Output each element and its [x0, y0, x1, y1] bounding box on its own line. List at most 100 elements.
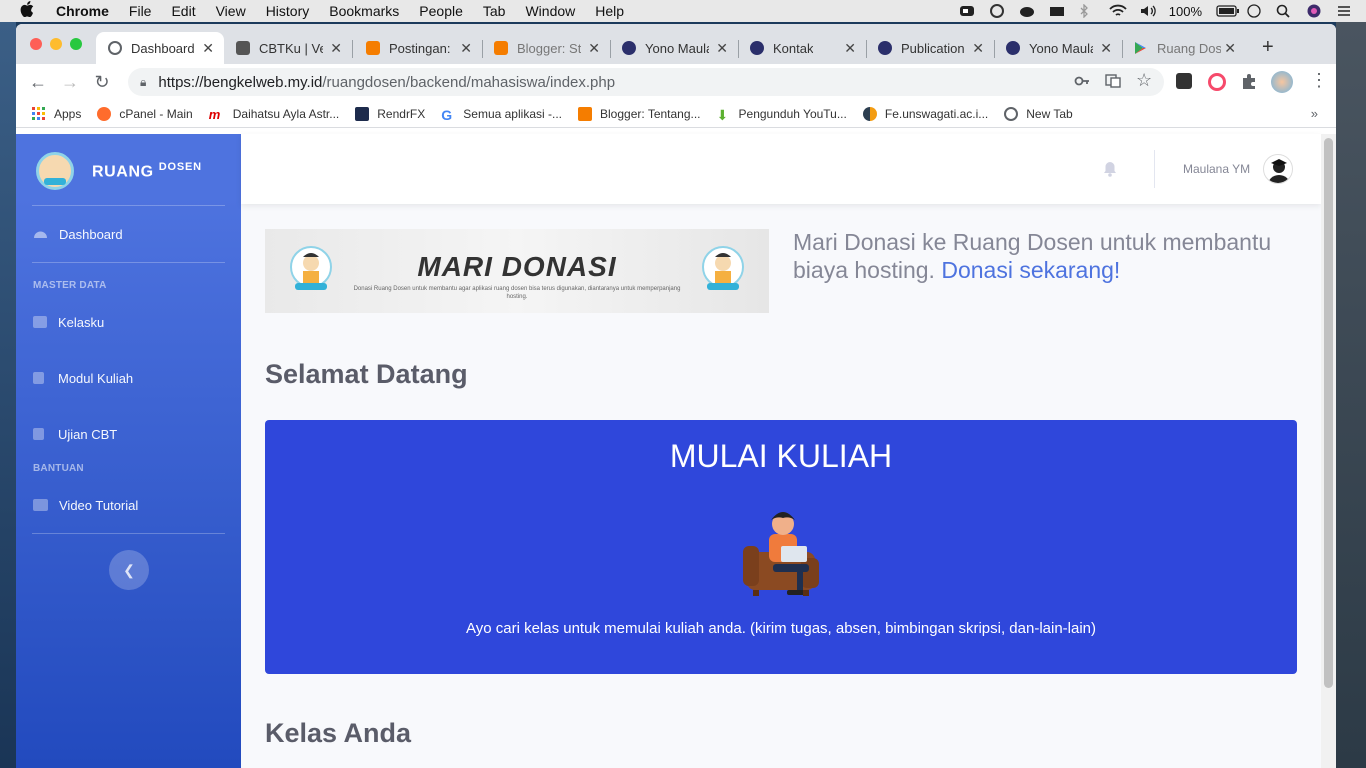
menu-view[interactable]: View: [216, 3, 246, 19]
bookmark-semua-aplikasi[interactable]: G Semua aplikasi -...: [441, 106, 562, 123]
volume-icon[interactable]: [1139, 4, 1156, 18]
user-name[interactable]: Maulana YM: [1183, 162, 1250, 176]
close-tab-icon[interactable]: ✕: [202, 40, 214, 57]
drive-icon[interactable]: [1049, 4, 1065, 18]
tab-postingan[interactable]: Postingan: ✕: [354, 32, 482, 64]
sidebar-item-modul-kuliah[interactable]: Modul Kuliah: [33, 366, 223, 390]
lock-icon[interactable]: 🔒︎: [140, 75, 146, 90]
menu-people[interactable]: People: [419, 3, 463, 19]
forward-arrow-icon[interactable]: →: [60, 72, 80, 92]
donate-now-link[interactable]: Donasi sekarang!: [941, 257, 1120, 283]
sidebar-item-ujian-cbt[interactable]: Ujian CBT: [33, 422, 223, 446]
bookmark-cpanel[interactable]: cPanel - Main: [97, 106, 193, 121]
menu-help[interactable]: Help: [595, 3, 624, 19]
battery-percent: 100%: [1168, 3, 1202, 19]
tab-yono-maula-2[interactable]: Yono Maula ✕: [994, 32, 1122, 64]
bookmark-daihatsu[interactable]: m Daihatsu Ayla Astr...: [209, 107, 340, 122]
back-arrow-icon[interactable]: ←: [28, 72, 48, 92]
apps-grid-icon: [32, 106, 46, 121]
tab-publication[interactable]: Publication ✕: [866, 32, 994, 64]
address-bar[interactable]: 🔒︎ https://bengkelweb.my.id/ruangdosen/b…: [128, 68, 1164, 96]
tab-cbtku[interactable]: CBTKu | Ve ✕: [224, 32, 352, 64]
bookmark-blogger[interactable]: Blogger: Tentang...: [578, 106, 701, 121]
donation-banner[interactable]: MARI DONASI Donasi Ruang Dosen untuk mem…: [265, 229, 769, 313]
bookmark-star-icon[interactable]: ☆: [1136, 70, 1152, 91]
bookmark-new-tab[interactable]: New Tab: [1004, 106, 1073, 121]
creative-cloud-icon[interactable]: [989, 4, 1005, 18]
zoom-icon[interactable]: [959, 4, 975, 18]
more-vertical-icon[interactable]: ⋮: [1310, 70, 1328, 91]
extension-icon[interactable]: [1176, 73, 1192, 89]
close-tab-icon[interactable]: ✕: [460, 40, 472, 57]
tab-kontak[interactable]: Kontak ✕: [738, 32, 866, 64]
bookmarks-overflow-icon[interactable]: »: [1311, 106, 1318, 121]
sidebar-item-video-tutorial[interactable]: Video Tutorial: [33, 493, 223, 517]
bookmark-youtube-downloader[interactable]: ⬇ Pengunduh YouTu...: [716, 106, 847, 123]
close-tab-icon[interactable]: ✕: [844, 40, 856, 57]
menu-bookmarks[interactable]: Bookmarks: [329, 3, 399, 19]
profile-favicon-icon: [750, 41, 764, 55]
sidebar-toggle-button[interactable]: ❮: [109, 550, 149, 590]
sidebar-item-kelasku[interactable]: Kelasku: [33, 310, 223, 334]
dashboard-gauge-icon: [33, 227, 48, 242]
reload-icon[interactable]: ↻: [92, 72, 112, 92]
tab-dashboard[interactable]: Dashboard ✕: [96, 32, 224, 64]
tab-blogger[interactable]: Blogger: St ✕: [482, 32, 610, 64]
minimize-window-button[interactable]: [50, 38, 62, 50]
puzzle-extensions-icon[interactable]: [1240, 72, 1258, 95]
brand-link[interactable]: RUANG DOSEN: [36, 152, 202, 190]
menu-file[interactable]: File: [129, 3, 152, 19]
sidebar-item-dashboard[interactable]: Dashboard: [33, 222, 223, 246]
maximize-window-button[interactable]: [70, 38, 82, 50]
bookmark-unswagati[interactable]: Fe.unswagati.ac.i...: [862, 106, 988, 121]
new-tab-icon[interactable]: +: [1262, 36, 1274, 59]
banner-subtitle: Donasi Ruang Dosen untuk membantu agar a…: [353, 286, 681, 300]
battery-icon[interactable]: [1216, 4, 1239, 18]
close-window-button[interactable]: [30, 38, 42, 50]
page-scrollbar[interactable]: [1321, 134, 1336, 768]
wifi-icon[interactable]: [1109, 4, 1127, 18]
book-icon: [33, 372, 44, 384]
user-avatar[interactable]: [1263, 154, 1293, 184]
bookmark-apps[interactable]: Apps: [32, 106, 81, 121]
cloud-icon[interactable]: [1019, 4, 1035, 18]
close-tab-icon[interactable]: ✕: [1100, 40, 1112, 57]
menu-history[interactable]: History: [266, 3, 310, 19]
close-tab-icon[interactable]: ✕: [716, 40, 728, 57]
tab-yono-maula-1[interactable]: Yono Maula ✕: [610, 32, 738, 64]
profile-avatar-icon[interactable]: [1271, 71, 1293, 93]
tab-strip: Dashboard ✕ CBTKu | Ve ✕ Postingan: ✕ Bl…: [16, 24, 1336, 64]
tab-ruang-dosen[interactable]: Ruang Dos ✕: [1122, 32, 1246, 64]
bluetooth-icon[interactable]: [1079, 3, 1095, 19]
translate-icon[interactable]: [1105, 73, 1121, 94]
apple-icon[interactable]: [20, 1, 38, 21]
notification-center-icon[interactable]: [1336, 4, 1352, 18]
extension-ring-icon[interactable]: [1208, 73, 1226, 91]
spotlight-search-icon[interactable]: [1276, 4, 1292, 18]
scrollbar-thumb[interactable]: [1324, 138, 1333, 688]
close-tab-icon[interactable]: ✕: [588, 40, 600, 57]
cubes-icon: [33, 316, 47, 328]
profile-favicon-icon: [878, 41, 892, 55]
chevron-left-icon: ❮: [123, 562, 135, 578]
siri-icon[interactable]: [1306, 4, 1322, 18]
student-on-couch-illustration: [743, 512, 819, 596]
start-course-card[interactable]: MULAI KULIAH Ayo cari kelas untuk memula…: [265, 420, 1297, 674]
close-tab-icon[interactable]: ✕: [1224, 40, 1236, 57]
tab-title: Publication: [901, 40, 965, 56]
hero-title: MULAI KULIAH: [669, 438, 893, 474]
bell-icon[interactable]: [1103, 161, 1117, 177]
download-arrow-icon: ⬇: [716, 106, 729, 123]
menu-tab[interactable]: Tab: [483, 3, 506, 19]
menu-edit[interactable]: Edit: [171, 3, 195, 19]
key-icon[interactable]: [1074, 73, 1090, 94]
bookmark-rendrfx[interactable]: RendrFX: [355, 106, 425, 121]
menu-window[interactable]: Window: [525, 3, 575, 19]
close-tab-icon[interactable]: ✕: [972, 40, 984, 57]
close-tab-icon[interactable]: ✕: [330, 40, 342, 57]
chrome-window: Dashboard ✕ CBTKu | Ve ✕ Postingan: ✕ Bl…: [16, 24, 1336, 768]
bookmark-label: Semua aplikasi -...: [463, 106, 562, 121]
menu-app-name[interactable]: Chrome: [56, 3, 109, 19]
clock-icon[interactable]: [1246, 4, 1262, 18]
rendrfx-icon: [355, 106, 370, 121]
